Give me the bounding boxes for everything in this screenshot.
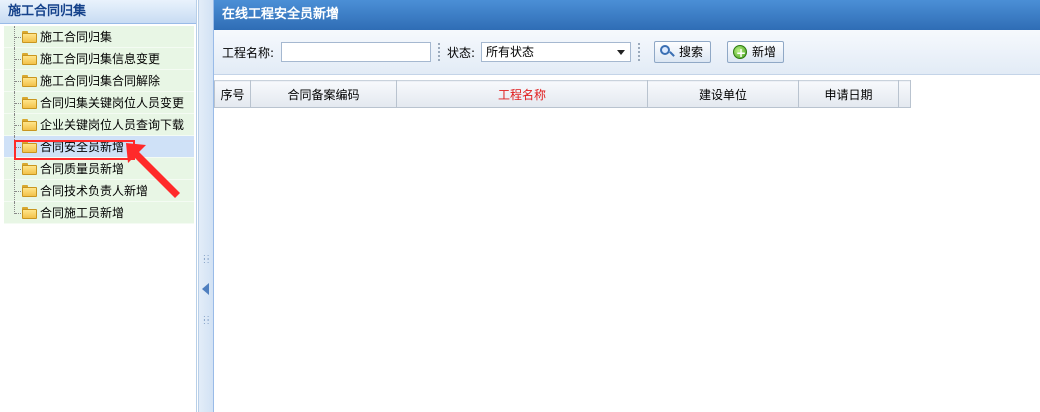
folder-icon	[22, 75, 37, 87]
panel-splitter[interactable]: :: :: :: ::	[198, 0, 214, 412]
add-icon	[733, 43, 747, 63]
left-panel: 施工合同归集 施工合同归集 施工合同归集信息变更 施工合同归集合同解除 合同归集…	[0, 0, 197, 412]
sidebar-title: 施工合同归集	[0, 0, 196, 24]
sidebar-item-label: 施工合同归集信息变更	[40, 52, 161, 66]
folder-icon	[22, 119, 37, 131]
grip-icon: :: ::	[203, 252, 211, 265]
column-header-contract-code[interactable]: 合同备案编码	[250, 80, 397, 108]
sidebar-item-label: 施工合同归集合同解除	[40, 74, 161, 88]
folder-icon	[22, 53, 37, 65]
status-label: 状态:	[447, 46, 476, 60]
status-select[interactable]: 所有状态	[481, 42, 631, 62]
sidebar-item-label: 合同质量员新增	[40, 162, 125, 176]
add-button[interactable]: 新增	[727, 41, 785, 63]
sidebar-item-label: 合同归集关键岗位人员变更	[40, 96, 185, 110]
column-header-index[interactable]: 序号	[214, 80, 251, 108]
add-button-label: 新增	[752, 45, 777, 59]
project-name-label: 工程名称:	[222, 46, 275, 60]
folder-icon	[22, 97, 37, 109]
search-icon	[660, 45, 675, 59]
page-title: 在线工程安全员新增	[214, 0, 1040, 30]
search-button-label: 搜索	[679, 45, 704, 59]
toolbar-separator	[438, 43, 440, 61]
sidebar-item-label: 企业关键岗位人员查询下载	[40, 118, 185, 132]
highlight-box	[14, 140, 135, 160]
data-grid: 序号 合同备案编码 工程名称 建设单位 申请日期	[214, 80, 911, 108]
sidebar-item-label: 合同施工员新增	[40, 206, 125, 220]
status-selected-value: 所有状态	[486, 45, 535, 59]
sidebar-item-construction-worker-add[interactable]: 合同施工员新增	[4, 202, 194, 224]
grid-header-row: 序号 合同备案编码 工程名称 建设单位 申请日期	[214, 80, 911, 108]
grip-icon: :: ::	[203, 313, 211, 326]
folder-icon	[22, 185, 37, 197]
project-name-input[interactable]	[281, 42, 431, 62]
search-toolbar: 工程名称: 状态: 所有状态 搜索 新增	[214, 30, 1040, 75]
column-header-builder[interactable]: 建设单位	[647, 80, 799, 108]
main-panel: 在线工程安全员新增 工程名称: 状态: 所有状态 搜索 新增 序号 合同备案编码…	[214, 0, 1040, 412]
sidebar-item-key-staff-query[interactable]: 企业关键岗位人员查询下载	[4, 114, 194, 136]
sidebar-item-info-change[interactable]: 施工合同归集信息变更	[4, 48, 194, 70]
folder-icon	[22, 31, 37, 43]
sidebar-item-contract-termination[interactable]: 施工合同归集合同解除	[4, 70, 194, 92]
column-header-apply-date[interactable]: 申请日期	[798, 80, 899, 108]
sidebar-item-label: 施工合同归集	[40, 30, 113, 44]
column-header-scroll	[898, 80, 911, 108]
sidebar-item-contract-collection[interactable]: 施工合同归集	[4, 26, 194, 48]
search-button[interactable]: 搜索	[654, 41, 712, 63]
column-header-project-name[interactable]: 工程名称	[396, 80, 648, 108]
folder-icon	[22, 207, 37, 219]
chevron-down-icon	[617, 50, 625, 55]
annotation-arrow-icon	[126, 143, 180, 198]
folder-icon	[22, 163, 37, 175]
sidebar-item-key-staff-change[interactable]: 合同归集关键岗位人员变更	[4, 92, 194, 114]
collapse-left-icon[interactable]	[202, 283, 209, 295]
toolbar-separator	[638, 43, 640, 61]
